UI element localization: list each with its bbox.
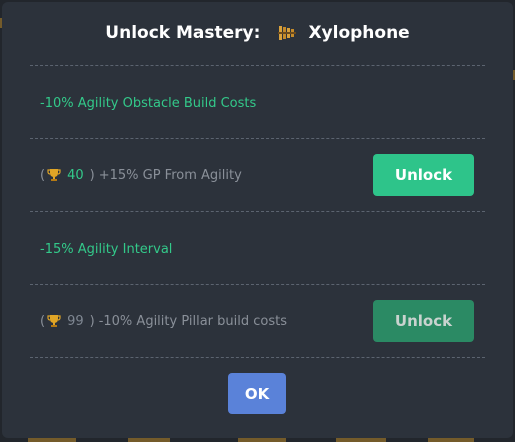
background-decoration [28,438,76,442]
unlock-bonus-text: +15% GP From Agility [98,167,242,183]
dialog-title: Unlock Mastery: [105,23,261,43]
background-decoration [128,438,170,442]
item-name: Xylophone [308,23,410,43]
mastery-bonus-text: -10% Agility Obstacle Build Costs [40,95,257,111]
mastery-bonus-row: -10% Agility Obstacle Build Costs [40,93,480,113]
unlock-button-disabled[interactable]: Unlock [373,300,474,342]
trophy-icon [47,168,61,182]
background-decoration [428,438,474,442]
divider [30,284,485,285]
paren-open: ( [40,167,46,183]
divider [30,65,485,66]
unlock-button[interactable]: Unlock [373,154,474,196]
unlock-bonus-text: -10% Agility Pillar build costs [98,313,287,329]
trophy-icon [47,314,61,328]
paren-open: ( [40,313,46,329]
mastery-bonus-text: -15% Agility Interval [40,241,173,257]
mastery-cost: 99 [67,313,84,329]
dialog-header: Unlock Mastery: Xylophone [2,16,513,50]
mastery-bonus-row: -15% Agility Interval [40,239,480,259]
unlock-mastery-dialog: Unlock Mastery: Xylophone -10% Agility O… [2,2,513,438]
divider [30,211,485,212]
ok-button[interactable]: OK [228,373,286,414]
background-decoration [336,438,386,442]
xylophone-icon [278,24,298,42]
mastery-cost: 40 [67,167,84,183]
paren-close: ) [89,313,95,329]
divider [30,357,485,358]
divider [30,138,485,139]
background-decoration [238,438,286,442]
paren-close: ) [89,167,95,183]
